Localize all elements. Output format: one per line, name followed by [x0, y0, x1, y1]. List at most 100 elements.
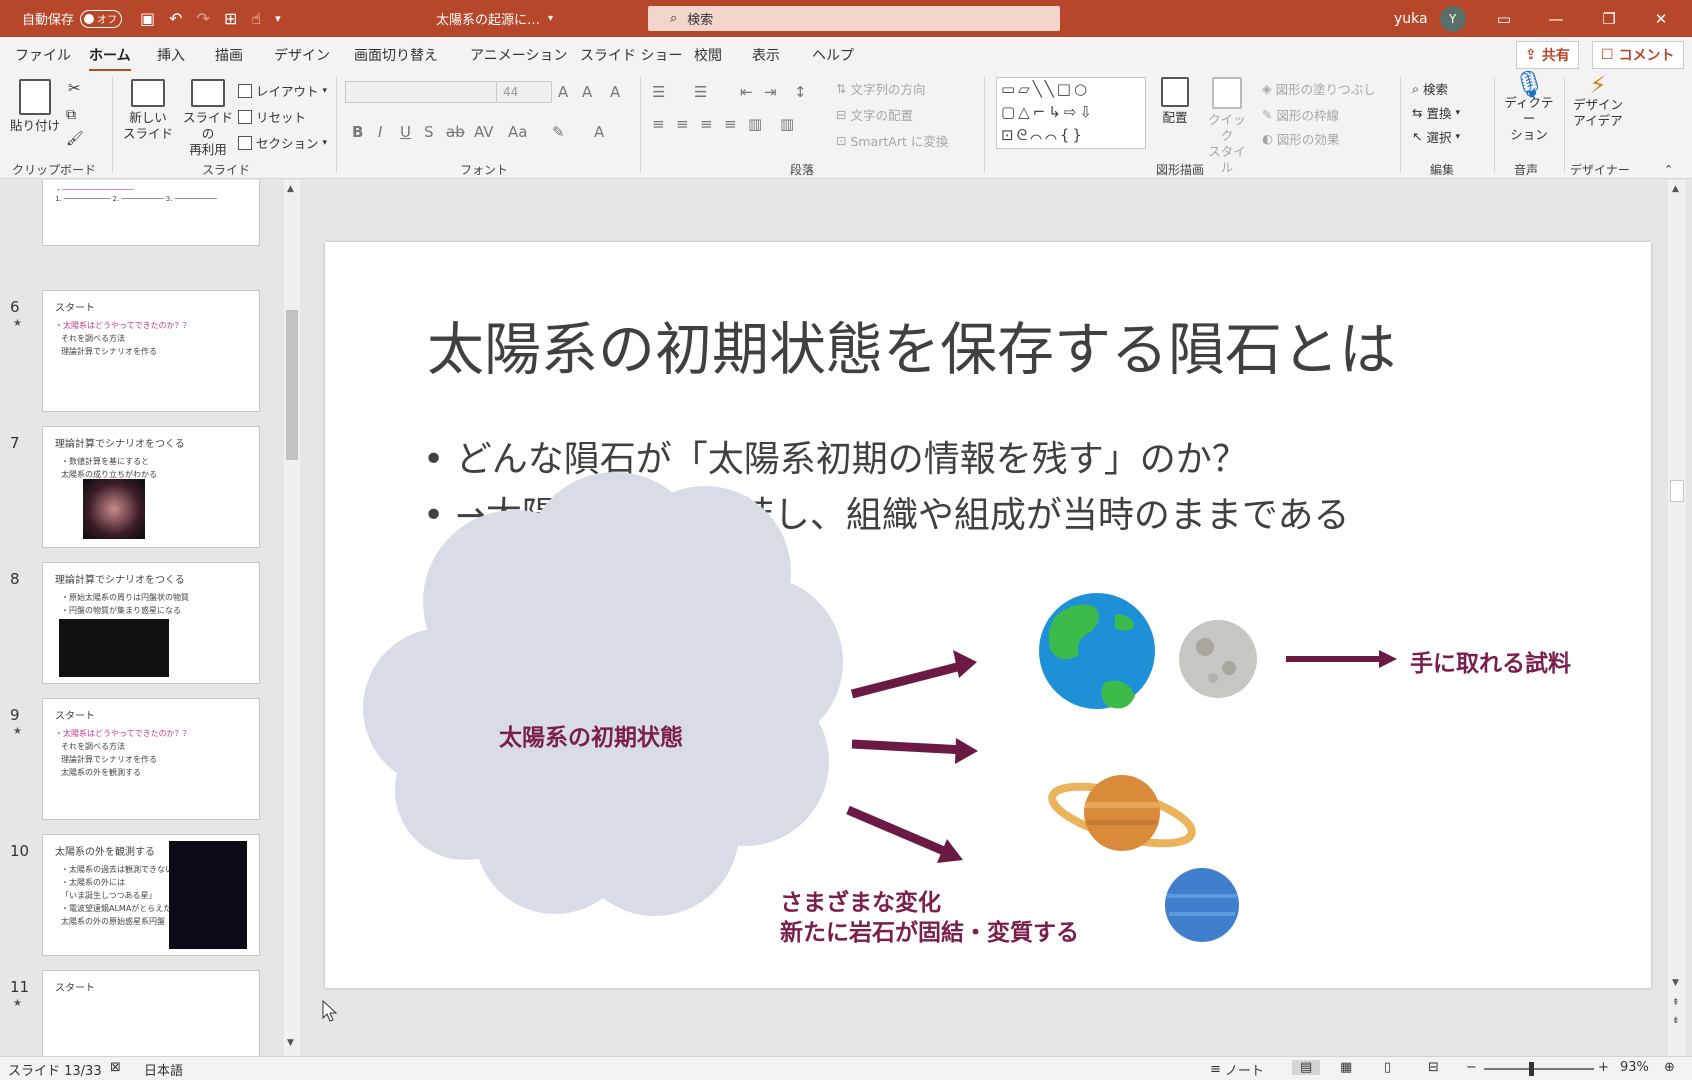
- tab-insert[interactable]: 挿入: [157, 45, 185, 65]
- strikethrough-icon[interactable]: ab: [446, 123, 465, 141]
- shapes-gallery[interactable]: ▭▱╲╲□○ ▢△⌐↳⇨⇩ ⊡ᘓ⌒⌒{}: [996, 77, 1146, 149]
- account[interactable]: yuka Y: [1394, 0, 1466, 37]
- char-spacing-icon[interactable]: AV: [474, 123, 494, 141]
- next-slide-icon[interactable]: ⇟: [1672, 1016, 1680, 1026]
- section-button[interactable]: セクション ▾: [238, 133, 327, 152]
- font-name-select[interactable]: [345, 81, 497, 103]
- font-color-icon[interactable]: A: [594, 123, 604, 141]
- avatar[interactable]: Y: [1439, 5, 1466, 32]
- font-grow-icon[interactable]: A: [558, 83, 568, 101]
- tab-review[interactable]: 校閲: [694, 45, 722, 65]
- bullets-icon[interactable]: ☰: [652, 83, 665, 101]
- quick-styles-button[interactable]: クイック スタイル: [1204, 77, 1250, 176]
- scrollbar-thumb[interactable]: [1670, 480, 1684, 502]
- italic-icon[interactable]: I: [378, 123, 382, 141]
- share-button[interactable]: ⇪ 共有: [1516, 41, 1579, 69]
- autosave-toggle[interactable]: オフ: [80, 9, 123, 28]
- scroll-up-icon[interactable]: ▲: [287, 184, 294, 194]
- save-icon[interactable]: ▣: [140, 9, 155, 28]
- samples-label[interactable]: 手に取れる試料: [1410, 644, 1571, 678]
- autosave-control[interactable]: 自動保存 オフ: [22, 0, 123, 37]
- document-title[interactable]: 太陽系の起源に… ▾: [436, 0, 553, 37]
- cloud-label[interactable]: 太陽系の初期状態: [499, 718, 683, 752]
- bold-icon[interactable]: B: [352, 123, 363, 141]
- undo-icon[interactable]: ↶: [169, 9, 182, 28]
- touch-mode-icon[interactable]: ☝: [251, 9, 261, 28]
- increase-indent-icon[interactable]: ⇥: [764, 83, 777, 101]
- slide-thumbnail-10[interactable]: 太陽系の外を観測する ・太陽系の過去は観測できない ・太陽系の外には 「いま誕生しつつ…: [42, 834, 260, 956]
- align-left-icon[interactable]: ≡: [652, 115, 665, 133]
- tab-help[interactable]: ヘルプ: [812, 45, 854, 65]
- numbering-icon[interactable]: ☰: [694, 83, 707, 101]
- shadow-icon[interactable]: S: [424, 123, 434, 141]
- slide-scrollbar[interactable]: ▲ ▼ ⇞ ⇟: [1668, 180, 1686, 1056]
- shape-outline-button[interactable]: ✎ 図形の枠線: [1262, 105, 1339, 124]
- replace-button[interactable]: ⇆ 置換 ▾: [1412, 103, 1460, 122]
- underline-icon[interactable]: U: [400, 123, 411, 141]
- scroll-up-icon[interactable]: ▲: [1672, 184, 1679, 194]
- layout-button[interactable]: レイアウト ▾: [238, 81, 327, 100]
- customize-qat-icon[interactable]: ▾: [275, 12, 281, 25]
- slide-thumbnail-9[interactable]: スタート ・太陽系はどうやってできたのか？？ それを調べる方法 理論計算でシナリオを作…: [42, 698, 260, 820]
- accessibility-icon[interactable]: ⊠: [110, 1060, 121, 1075]
- shape-effects-button[interactable]: ◐ 図形の効果: [1262, 129, 1339, 148]
- font-shrink-icon[interactable]: A: [582, 83, 592, 101]
- highlight-icon[interactable]: ✎: [552, 123, 565, 141]
- change-label[interactable]: さまざまな変化 新たに岩石が固結・変質する: [780, 888, 1079, 948]
- copy-icon[interactable]: ⧉: [66, 107, 76, 123]
- zoom-out-icon[interactable]: −: [1466, 1060, 1477, 1075]
- decrease-indent-icon[interactable]: ⇤: [740, 83, 753, 101]
- select-button[interactable]: ↖ 選択 ▾: [1412, 127, 1460, 146]
- slide-sorter-icon[interactable]: ▦: [1340, 1060, 1352, 1075]
- smartart-button[interactable]: ⊡ SmartArt に変換: [836, 131, 948, 150]
- columns-icon[interactable]: ▥: [780, 115, 794, 133]
- paste-button[interactable]: 貼り付け: [10, 79, 60, 134]
- text-direction-button[interactable]: ⇅ 文字列の方向: [836, 79, 926, 98]
- zoom-slider-handle[interactable]: [1529, 1062, 1534, 1076]
- reset-button[interactable]: リセット: [238, 107, 306, 126]
- zoom-slider[interactable]: [1484, 1068, 1594, 1070]
- dictate-button[interactable]: 🎙 ディクテー ション: [1500, 72, 1558, 143]
- slide-thumbnail-11[interactable]: スタート: [42, 970, 260, 1056]
- zoom-in-icon[interactable]: +: [1598, 1060, 1609, 1075]
- tab-home[interactable]: ホーム: [89, 45, 131, 72]
- change-case-icon[interactable]: Aa: [508, 123, 527, 141]
- tab-file[interactable]: ファイル: [15, 45, 71, 65]
- tab-design[interactable]: デザイン: [274, 45, 330, 65]
- slide-thumbnail-7[interactable]: 理論計算でシナリオをつくる ・数値計算を基にすると 太陽系の成り立ちがわかる: [42, 426, 260, 548]
- close-icon[interactable]: ✕: [1638, 0, 1684, 37]
- find-button[interactable]: ⌕ 検索: [1412, 79, 1448, 98]
- slide-thumbnail-6[interactable]: スタート ・太陽系はどうやってできたのか？？ それを調べる方法 理論計算でシナリオを作…: [42, 290, 260, 412]
- arrange-button[interactable]: 配置: [1154, 77, 1196, 126]
- ribbon-display-icon[interactable]: ▭: [1481, 0, 1527, 37]
- shape-fill-button[interactable]: ◈ 図形の塗りつぶし: [1262, 79, 1376, 98]
- align-text-button[interactable]: ⊟ 文字の配置: [836, 105, 913, 124]
- align-center-icon[interactable]: ≡: [676, 115, 689, 133]
- scroll-down-icon[interactable]: ▼: [1672, 978, 1679, 988]
- tab-animations[interactable]: アニメーション: [470, 45, 567, 65]
- font-size-select[interactable]: 44: [496, 81, 552, 103]
- restore-icon[interactable]: ❐: [1586, 0, 1632, 37]
- tab-view[interactable]: 表示: [752, 45, 780, 65]
- tab-draw[interactable]: 描画: [215, 45, 243, 65]
- cut-icon[interactable]: ✂: [68, 79, 81, 97]
- thumbnails-scrollbar[interactable]: ▲ ▼: [284, 180, 300, 1056]
- new-slide-button[interactable]: 新しい スライド: [120, 79, 176, 142]
- zoom-level[interactable]: 93%: [1620, 1060, 1649, 1075]
- tab-transitions[interactable]: 画面切り替え: [354, 45, 438, 65]
- minimize-icon[interactable]: —: [1533, 0, 1579, 37]
- line-spacing-icon[interactable]: ↕: [794, 83, 807, 101]
- reuse-slides-button[interactable]: スライドの 再利用: [180, 79, 236, 158]
- slide-thumbnail-5[interactable]: ・───────────────── 1. ─────────── 2. ───…: [42, 180, 260, 246]
- slide-canvas[interactable]: 太陽系の初期状態を保存する隕石とは • どんな隕石が「太陽系初期の情報を残す」の…: [325, 242, 1651, 988]
- fit-to-window-icon[interactable]: ⊕: [1664, 1060, 1675, 1075]
- format-painter-icon[interactable]: 🖌: [66, 131, 84, 147]
- comments-button[interactable]: ☐ コメント: [1592, 41, 1684, 69]
- slide-thumbnail-8[interactable]: 理論計算でシナリオをつくる ・原始太陽系の周りは円盤状の物質 ・円盤の物質が集まり惑…: [42, 562, 260, 684]
- normal-view-icon[interactable]: ▤: [1292, 1060, 1321, 1075]
- previous-slide-icon[interactable]: ⇞: [1672, 998, 1680, 1008]
- collapse-ribbon-icon[interactable]: ⌃: [1664, 163, 1673, 176]
- present-icon[interactable]: ⊞: [224, 9, 237, 28]
- reading-view-icon[interactable]: ▯: [1384, 1060, 1391, 1075]
- design-ideas-button[interactable]: ⚡ デザイン アイデア: [1570, 73, 1626, 129]
